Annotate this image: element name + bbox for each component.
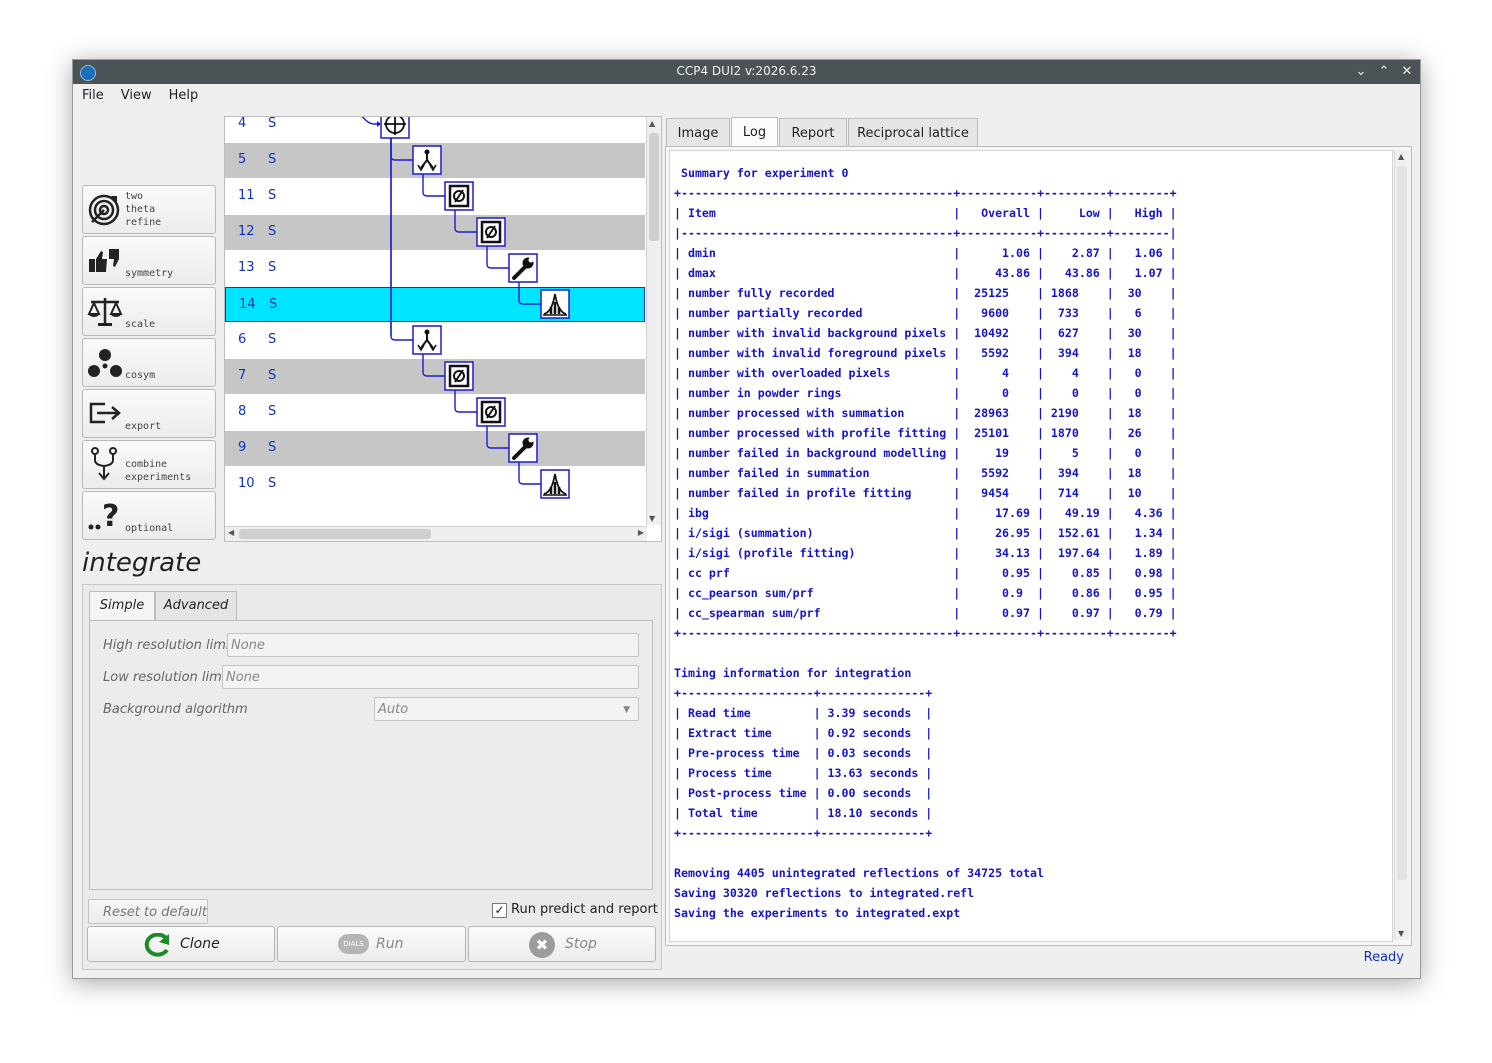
tool-label: cosym — [125, 370, 156, 381]
maximize-icon[interactable]: ⌃ — [1375, 63, 1393, 81]
stop-button[interactable]: ✖ Stop — [468, 926, 656, 962]
window-title: CCP4 DUI2 v:2026.6.23 — [676, 64, 817, 78]
app-window: CCP4 DUI2 v:2026.6.23 ⌄ ⌃ ✕ File View Help… — [72, 59, 1421, 979]
experiment-tree[interactable]: 4 S 5 S 11 S 12 S 13 S 14 S 6 S 7 S 8 S 9 S 10 S ▲ ▼ ◀ ▶ — [224, 116, 662, 542]
tree-vertical-scrollbar[interactable]: ▲ ▼ — [646, 117, 661, 525]
tab-advanced[interactable]: Advanced — [155, 591, 237, 620]
scroll-down-icon[interactable]: ▼ — [649, 514, 655, 523]
run-predict-checkbox[interactable]: ✓ — [492, 903, 507, 918]
menu-help[interactable]: Help — [160, 84, 207, 103]
menu-file[interactable]: File — [73, 84, 112, 103]
tool-export-button[interactable]: export — [82, 389, 216, 438]
cosym-icon — [88, 349, 122, 377]
scrollbar-thumb[interactable] — [239, 529, 431, 539]
balance-scale-icon — [87, 298, 123, 326]
scroll-right-icon[interactable]: ▶ — [638, 528, 644, 537]
low-res-input[interactable]: None — [222, 665, 639, 689]
tool-label: symmetry — [125, 268, 174, 279]
scroll-up-icon[interactable]: ▲ — [649, 119, 655, 128]
tab-reciprocal-lattice[interactable]: Reciprocal lattice — [848, 118, 978, 146]
tree-node-fork-icon[interactable] — [412, 325, 442, 355]
clone-arrow-icon — [144, 933, 169, 957]
step-title: integrate — [82, 548, 202, 578]
tool-label: combine experiments — [125, 459, 192, 483]
scrollbar-thumb[interactable] — [649, 133, 659, 241]
tree-node-wrench-icon[interactable] — [508, 433, 538, 463]
tree-node-fork-icon[interactable] — [412, 145, 442, 175]
tree-node-book-icon[interactable] — [444, 181, 474, 211]
question-icon: ? — [88, 499, 119, 532]
tool-label: optional — [125, 523, 174, 534]
run-predict-label: Run predict and report — [511, 902, 658, 917]
tool-cosym-button[interactable]: cosym — [82, 338, 216, 387]
menu-bar: File View Help — [73, 84, 1420, 108]
reset-default-button[interactable]: Reset to default — [88, 899, 208, 924]
export-icon — [89, 402, 121, 424]
high-res-label: High resolution limit — [103, 638, 235, 653]
tree-node-reel-icon[interactable] — [476, 397, 506, 427]
tab-simple[interactable]: Simple — [89, 591, 155, 620]
run-label: Run — [376, 936, 404, 952]
stop-icon: ✖ — [529, 932, 555, 958]
tool-two-theta-refine-button[interactable]: two theta refine — [82, 185, 216, 234]
svg-text:?: ? — [102, 499, 119, 532]
tool-label: export — [125, 421, 162, 432]
menu-view[interactable]: View — [112, 84, 160, 103]
scrollbar-thumb[interactable] — [1397, 166, 1407, 880]
scroll-down-icon[interactable]: ▼ — [1398, 929, 1404, 938]
run-button[interactable]: DIALS Run — [277, 926, 466, 962]
stop-label: Stop — [565, 936, 597, 952]
status-text: Ready — [1363, 950, 1404, 965]
log-panel: Summary for experiment 0 +--------------… — [665, 146, 1412, 946]
tree-node-wrench-icon[interactable] — [508, 253, 538, 283]
dials-logo-icon: DIALS — [338, 934, 369, 954]
log-output: Summary for experiment 0 +--------------… — [674, 166, 1177, 920]
tree-node-compass-icon[interactable] — [380, 117, 410, 139]
high-res-input[interactable]: None — [227, 633, 639, 657]
bg-algorithm-label: Background algorithm — [103, 702, 248, 717]
tab-image[interactable]: Image — [666, 118, 730, 146]
tool-optional-button[interactable]: ? optional — [82, 491, 216, 540]
log-text-area[interactable]: Summary for experiment 0 +--------------… — [669, 150, 1393, 942]
log-vertical-scrollbar[interactable]: ▲ ▼ — [1394, 150, 1409, 940]
tool-label: two theta refine — [125, 191, 162, 228]
title-bar: CCP4 DUI2 v:2026.6.23 ⌄ ⌃ ✕ — [73, 60, 1420, 84]
close-icon[interactable]: ✕ — [1398, 63, 1416, 81]
tool-label: scale — [125, 319, 156, 330]
tree-node-peak-icon[interactable] — [540, 289, 570, 319]
bg-algorithm-value: Auto — [378, 702, 409, 717]
low-res-label: Low resolution limit — [103, 670, 231, 685]
tree-node-reel-icon[interactable] — [476, 217, 506, 247]
combine-icon — [91, 447, 117, 481]
simple-params: High resolution limit None Low resolutio… — [89, 620, 653, 890]
clone-label: Clone — [180, 936, 220, 952]
tree-node-peak-icon[interactable] — [540, 469, 570, 499]
clone-button[interactable]: Clone — [87, 926, 275, 962]
scroll-up-icon[interactable]: ▲ — [1398, 152, 1404, 161]
tab-report[interactable]: Report — [779, 118, 847, 146]
thumbs-icon — [89, 249, 119, 272]
chevron-down-icon: ▼ — [623, 705, 630, 715]
tool-combine-experiments-button[interactable]: combine experiments — [82, 440, 216, 489]
parameter-panel: Simple Advanced High resolution limit No… — [82, 584, 662, 970]
tab-log[interactable]: Log — [731, 117, 778, 147]
scroll-left-icon[interactable]: ◀ — [228, 528, 234, 537]
tool-symmetry-button[interactable]: symmetry — [82, 236, 216, 285]
minimize-icon[interactable]: ⌄ — [1352, 63, 1370, 81]
tree-horizontal-scrollbar[interactable]: ◀ ▶ — [225, 526, 647, 541]
tree-connections — [361, 117, 570, 499]
tree-node-book-icon[interactable] — [444, 361, 474, 391]
target-icon — [88, 194, 120, 226]
tool-scale-button[interactable]: scale — [82, 287, 216, 336]
bg-algorithm-select[interactable]: Auto ▼ — [374, 697, 639, 721]
